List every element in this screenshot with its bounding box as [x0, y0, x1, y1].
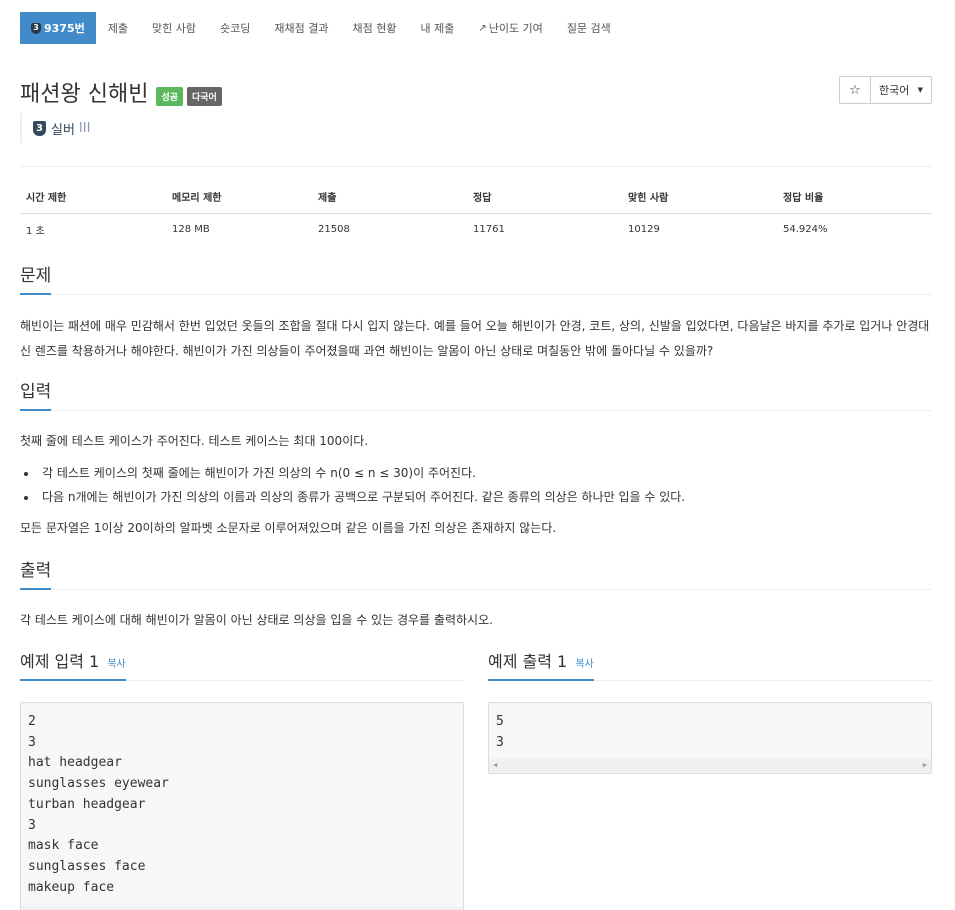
sample-input-block[interactable]: 2 3 hat headgear sunglasses eyewear turb…	[20, 702, 464, 910]
submissions-value: 21508	[318, 224, 350, 235]
accepted-value: 11761	[473, 224, 505, 235]
nav-tab-shortcoding[interactable]: 숏코딩	[208, 12, 262, 44]
language-dropdown[interactable]: 한국어 ▼	[871, 76, 932, 104]
col-accepted: 정답	[467, 180, 622, 214]
col-ratio: 정답 비율	[777, 180, 932, 214]
nav-tab-status[interactable]: 채점 현황	[340, 12, 408, 44]
input-list: 각 테스트 케이스의 첫째 줄에는 해빈이가 가진 의상의 수 n(0 ≤ n …	[38, 461, 932, 509]
solvers-value: 10129	[628, 224, 660, 235]
scroll-left-icon[interactable]: ◀	[493, 761, 497, 769]
sample-output-block[interactable]: 5 3 ◀ ▶	[488, 702, 932, 774]
badge-multilingual: 다국어	[187, 86, 222, 106]
section-output-header: 출력	[20, 560, 932, 590]
col-solvers: 맞힌 사람	[622, 180, 777, 214]
nav-tab-question-search[interactable]: 질문 검색	[555, 12, 623, 44]
star-icon: ☆	[849, 82, 861, 98]
nav-tab-label: 난이도 기여	[488, 22, 543, 35]
nav-tab-difficulty-contribution[interactable]: ↗ 난이도 기여	[466, 12, 555, 44]
sample-output-code: 5 3	[496, 714, 504, 750]
time-limit-value: 1 초	[26, 226, 45, 237]
memory-limit-value: 128 MB	[172, 224, 210, 235]
problem-tier: 3 실버 III	[20, 113, 90, 143]
sample-input-tab: 예제 입력 1 복사	[20, 651, 126, 681]
table-header-row: 시간 제한 메모리 제한 제출 정답 맞힌 사람 정답 비율	[20, 180, 932, 214]
nav-tab-submit[interactable]: 제출	[96, 12, 140, 44]
input-outro: 모든 문자열은 1이상 20이하의 알파벳 소문자로 이루어져있으며 같은 이름…	[20, 521, 557, 535]
list-item: 다음 n개에는 해빈이가 가진 의상의 이름과 의상의 종류가 공백으로 구분되…	[38, 485, 932, 509]
ratio-value: 54.924%	[783, 224, 828, 235]
external-link-icon: ↗	[478, 22, 487, 34]
section-title: 문제	[20, 265, 52, 295]
problem-description: 해빈이는 패션에 매우 민감해서 한번 입었던 옷들의 조합을 절대 다시 입지…	[20, 314, 932, 364]
nav-tab-problem[interactable]: 3 9375번	[20, 12, 96, 44]
list-item: 각 테스트 케이스의 첫째 줄에는 해빈이가 가진 의상의 수 n(0 ≤ n …	[38, 461, 932, 485]
tier-shield-icon: 3	[33, 120, 46, 136]
divider	[20, 166, 932, 167]
input-description: 첫째 줄에 테스트 케이스가 주어진다. 테스트 케이스는 최대 100이다. …	[20, 429, 932, 541]
title-actions: ☆ 한국어 ▼	[839, 76, 932, 104]
section-title: 출력	[20, 560, 52, 590]
problem-info-table: 시간 제한 메모리 제한 제출 정답 맞힌 사람 정답 비율 1 초 128 M…	[20, 180, 932, 245]
col-memory-limit: 메모리 제한	[166, 180, 312, 214]
caret-down-icon: ▼	[917, 86, 923, 94]
language-label: 한국어	[879, 84, 910, 97]
problem-nav: 3 9375번 제출 맞힌 사람 숏코딩 재채점 결과 채점 현황 내 제출 ↗…	[20, 12, 623, 44]
scroll-right-icon[interactable]: ▶	[923, 761, 927, 769]
sample-output-tab: 예제 출력 1 복사	[488, 651, 594, 681]
favorite-button[interactable]: ☆	[839, 76, 871, 104]
page-title: 패션왕 신해빈	[20, 82, 149, 107]
sample-input-header: 예제 입력 1 복사	[20, 651, 464, 681]
tier-level: III	[78, 120, 91, 136]
col-submissions: 제출	[312, 180, 467, 214]
problem-title-row: 패션왕 신해빈 성공 다국어	[20, 76, 222, 108]
table-row: 1 초 128 MB 21508 11761 10129 54.924%	[20, 214, 932, 246]
tier-badge-icon: 3	[31, 22, 41, 34]
problem-text: 해빈이는 패션에 매우 민감해서 한번 입었던 옷들의 조합을 절대 다시 입지…	[20, 319, 930, 358]
tier-name: 실버	[51, 122, 75, 138]
input-intro: 첫째 줄에 테스트 케이스가 주어진다. 테스트 케이스는 최대 100이다.	[20, 434, 369, 448]
copy-input-button[interactable]: 복사	[107, 659, 125, 670]
nav-tab-label: 9375번	[44, 22, 85, 35]
sample-input-title: 예제 입력 1	[20, 652, 100, 671]
section-input-header: 입력	[20, 381, 932, 411]
horizontal-scrollbar[interactable]: ◀ ▶	[489, 759, 931, 773]
nav-tab-my-submissions[interactable]: 내 제출	[408, 12, 466, 44]
sample-input-code: 2 3 hat headgear sunglasses eyewear turb…	[28, 714, 169, 895]
output-description: 각 테스트 케이스에 대해 해빈이가 알몸이 아닌 상태로 의상을 입을 수 있…	[20, 608, 932, 633]
section-title: 입력	[20, 381, 52, 411]
status-badge-success: 성공	[156, 86, 183, 106]
sample-output-header: 예제 출력 1 복사	[488, 651, 932, 681]
copy-output-button[interactable]: 복사	[575, 659, 593, 670]
col-time-limit: 시간 제한	[20, 180, 166, 214]
nav-tab-solvers[interactable]: 맞힌 사람	[140, 12, 208, 44]
nav-tab-rejudge[interactable]: 재채점 결과	[262, 12, 340, 44]
output-text: 각 테스트 케이스에 대해 해빈이가 알몸이 아닌 상태로 의상을 입을 수 있…	[20, 613, 493, 627]
section-problem-header: 문제	[20, 265, 932, 295]
sample-output-title: 예제 출력 1	[488, 652, 568, 671]
